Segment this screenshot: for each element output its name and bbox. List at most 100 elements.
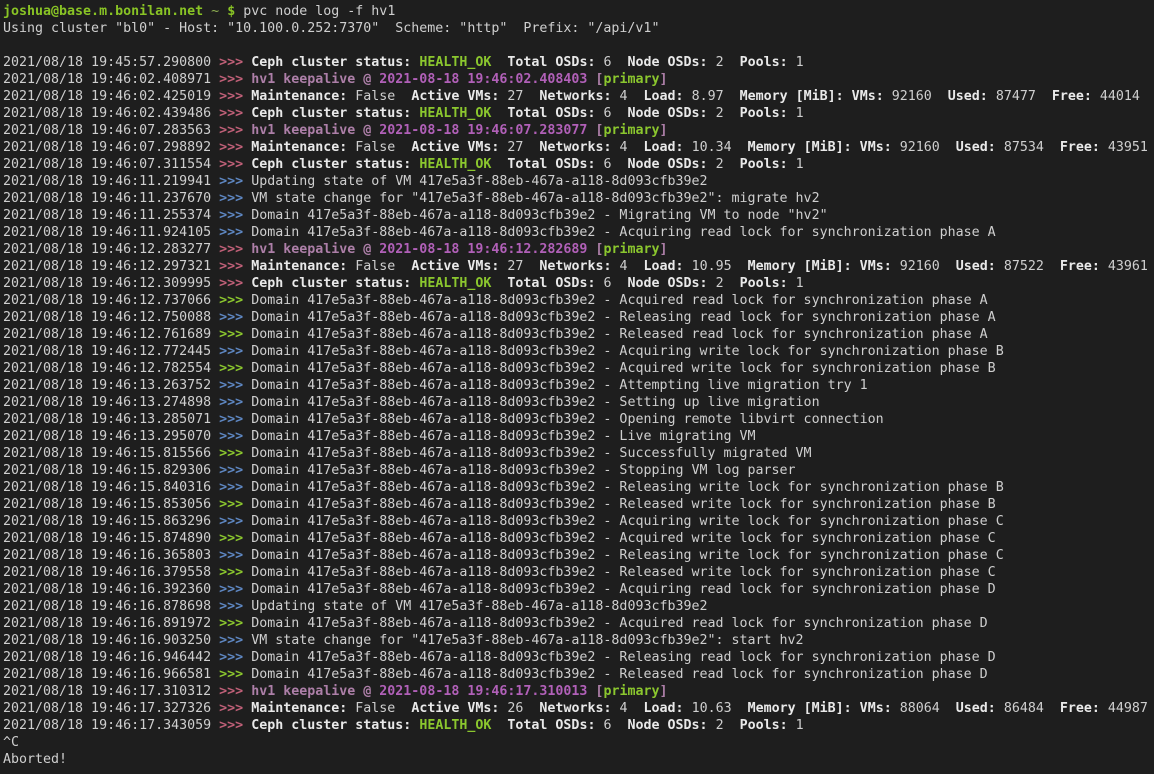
- field-label: Used:: [948, 89, 996, 104]
- field-label: Maintenance:: [251, 259, 355, 274]
- interrupt-line: ^C: [3, 734, 1154, 751]
- field-separator: [724, 55, 740, 70]
- field-separator: [724, 276, 740, 291]
- log-line: 2021/08/18 19:46:12.761689 >>> Domain 41…: [3, 326, 1154, 343]
- field-value: 10.95: [692, 259, 732, 274]
- field-label: Total OSDs:: [507, 276, 603, 291]
- field-label: Pools:: [740, 718, 796, 733]
- field-value: 4: [619, 259, 627, 274]
- bracket-close: ]: [659, 242, 667, 257]
- field-label: Free:: [1052, 89, 1100, 104]
- log-timestamp: 2021/08/18 19:46:17.310312: [3, 684, 219, 699]
- log-line: 2021/08/18 19:46:15.863296 >>> Domain 41…: [3, 513, 1154, 530]
- field-value: False: [355, 701, 395, 716]
- log-timestamp: 2021/08/18 19:46:16.903250: [3, 633, 219, 648]
- terminal-screen[interactable]: joshua@base.m.bonilan.net ~ $ pvc node l…: [0, 0, 1154, 774]
- field-label: Node OSDs:: [628, 157, 716, 172]
- field-separator: [491, 276, 507, 291]
- log-marker: >>>: [219, 565, 251, 580]
- keepalive-timestamp: 2021-08-18 19:46:12.282689: [379, 242, 587, 257]
- log-line: 2021/08/18 19:46:12.309995 >>> Ceph clus…: [3, 275, 1154, 292]
- log-timestamp: 2021/08/18 19:46:17.327326: [3, 701, 219, 716]
- field-value: HEALTH_OK: [419, 157, 491, 172]
- log-line: 2021/08/18 19:46:07.311554 >>> Ceph clus…: [3, 156, 1154, 173]
- bracket-close: ]: [659, 72, 667, 87]
- field-value: 1: [796, 157, 804, 172]
- log-timestamp: 2021/08/18 19:46:16.946442: [3, 650, 219, 665]
- log-timestamp: 2021/08/18 19:46:15.840316: [3, 480, 219, 495]
- field-label: Active VMs:: [411, 89, 507, 104]
- field-value: 10.63: [692, 701, 732, 716]
- field-label: Used:: [956, 259, 1004, 274]
- log-timestamp: 2021/08/18 19:46:11.219941: [3, 174, 219, 189]
- field-label: Load:: [644, 140, 692, 155]
- log-timestamp: 2021/08/18 19:46:16.891972: [3, 616, 219, 631]
- field-value: 1: [796, 276, 804, 291]
- log-marker: >>>: [219, 361, 251, 376]
- log-message: Domain 417e5a3f-88eb-467a-a118-8d093cfb3…: [251, 429, 755, 444]
- field-value: 4: [619, 701, 627, 716]
- log-timestamp: 2021/08/18 19:46:16.365803: [3, 548, 219, 563]
- field-label: Networks:: [539, 89, 619, 104]
- log-message: Domain 417e5a3f-88eb-467a-a118-8d093cfb3…: [251, 480, 1004, 495]
- log-marker: >>>: [219, 463, 251, 478]
- keepalive-timestamp: 2021-08-18 19:46:17.310013: [379, 684, 587, 699]
- field-value: 1: [796, 106, 804, 121]
- log-marker: >>>: [219, 718, 251, 733]
- field-value: 43961: [1108, 259, 1148, 274]
- field-label: Pools:: [740, 157, 796, 172]
- field-value: 2: [716, 718, 724, 733]
- log-timestamp: 2021/08/18 19:46:07.283563: [3, 123, 219, 138]
- log-timestamp: 2021/08/18 19:46:15.863296: [3, 514, 219, 529]
- field-label: Used:: [956, 701, 1004, 716]
- log-message: Domain 417e5a3f-88eb-467a-a118-8d093cfb3…: [251, 293, 988, 308]
- bracket-close: ]: [659, 684, 667, 699]
- field-separator: [1044, 259, 1060, 274]
- field-label: Memory [MiB]: VMs:: [748, 701, 900, 716]
- field-label: Maintenance:: [251, 701, 355, 716]
- keepalive-prefix: hv1 keepalive @: [251, 242, 379, 257]
- log-line: 2021/08/18 19:46:16.903250 >>> VM state …: [3, 632, 1154, 649]
- field-value: 2: [716, 55, 724, 70]
- keepalive-prefix: hv1 keepalive @: [251, 684, 379, 699]
- log-marker: >>>: [219, 344, 251, 359]
- log-timestamp: 2021/08/18 19:46:11.924105: [3, 225, 219, 240]
- field-label: Total OSDs:: [507, 106, 603, 121]
- log-marker: >>>: [219, 378, 251, 393]
- field-label: Node OSDs:: [628, 106, 716, 121]
- log-marker: >>>: [219, 616, 251, 631]
- log-line: 2021/08/18 19:46:16.891972 >>> Domain 41…: [3, 615, 1154, 632]
- log-message: Domain 417e5a3f-88eb-467a-a118-8d093cfb3…: [251, 412, 883, 427]
- field-value: 87522: [1004, 259, 1044, 274]
- log-timestamp: 2021/08/18 19:46:02.408971: [3, 72, 219, 87]
- log-timestamp: 2021/08/18 19:46:13.263752: [3, 378, 219, 393]
- log-timestamp: 2021/08/18 19:45:57.290800: [3, 55, 219, 70]
- field-separator: [1044, 701, 1060, 716]
- field-label: Free:: [1060, 259, 1108, 274]
- field-label: Free:: [1060, 701, 1108, 716]
- log-marker: >>>: [219, 72, 251, 87]
- prompt-symbol: $: [227, 4, 235, 19]
- log-message: Domain 417e5a3f-88eb-467a-a118-8d093cfb3…: [251, 514, 1004, 529]
- field-label: Ceph cluster status:: [251, 106, 419, 121]
- log-marker: >>>: [219, 310, 251, 325]
- field-label: Maintenance:: [251, 140, 355, 155]
- field-separator: [724, 106, 740, 121]
- log-timestamp: 2021/08/18 19:46:02.439486: [3, 106, 219, 121]
- log-timestamp: 2021/08/18 19:46:13.295070: [3, 429, 219, 444]
- log-output: 2021/08/18 19:45:57.290800 >>> Ceph clus…: [3, 54, 1154, 734]
- log-message: Updating state of VM 417e5a3f-88eb-467a-…: [251, 599, 707, 614]
- field-separator: [611, 55, 627, 70]
- field-value: 92160: [900, 140, 940, 155]
- cluster-info-line: Using cluster "bl0" - Host: "10.100.0.25…: [3, 20, 1154, 37]
- field-value: 92160: [900, 259, 940, 274]
- log-timestamp: 2021/08/18 19:46:07.311554: [3, 157, 219, 172]
- log-timestamp: 2021/08/18 19:46:16.878698: [3, 599, 219, 614]
- log-line: 2021/08/18 19:46:17.327326 >>> Maintenan…: [3, 700, 1154, 717]
- log-line: 2021/08/18 19:46:15.829306 >>> Domain 41…: [3, 462, 1154, 479]
- field-label: Networks:: [539, 140, 619, 155]
- field-value: 43951: [1108, 140, 1148, 155]
- log-line: 2021/08/18 19:46:07.283563 >>> hv1 keepa…: [3, 122, 1154, 139]
- field-separator: [628, 701, 644, 716]
- typed-command: pvc node log -f hv1: [243, 4, 395, 19]
